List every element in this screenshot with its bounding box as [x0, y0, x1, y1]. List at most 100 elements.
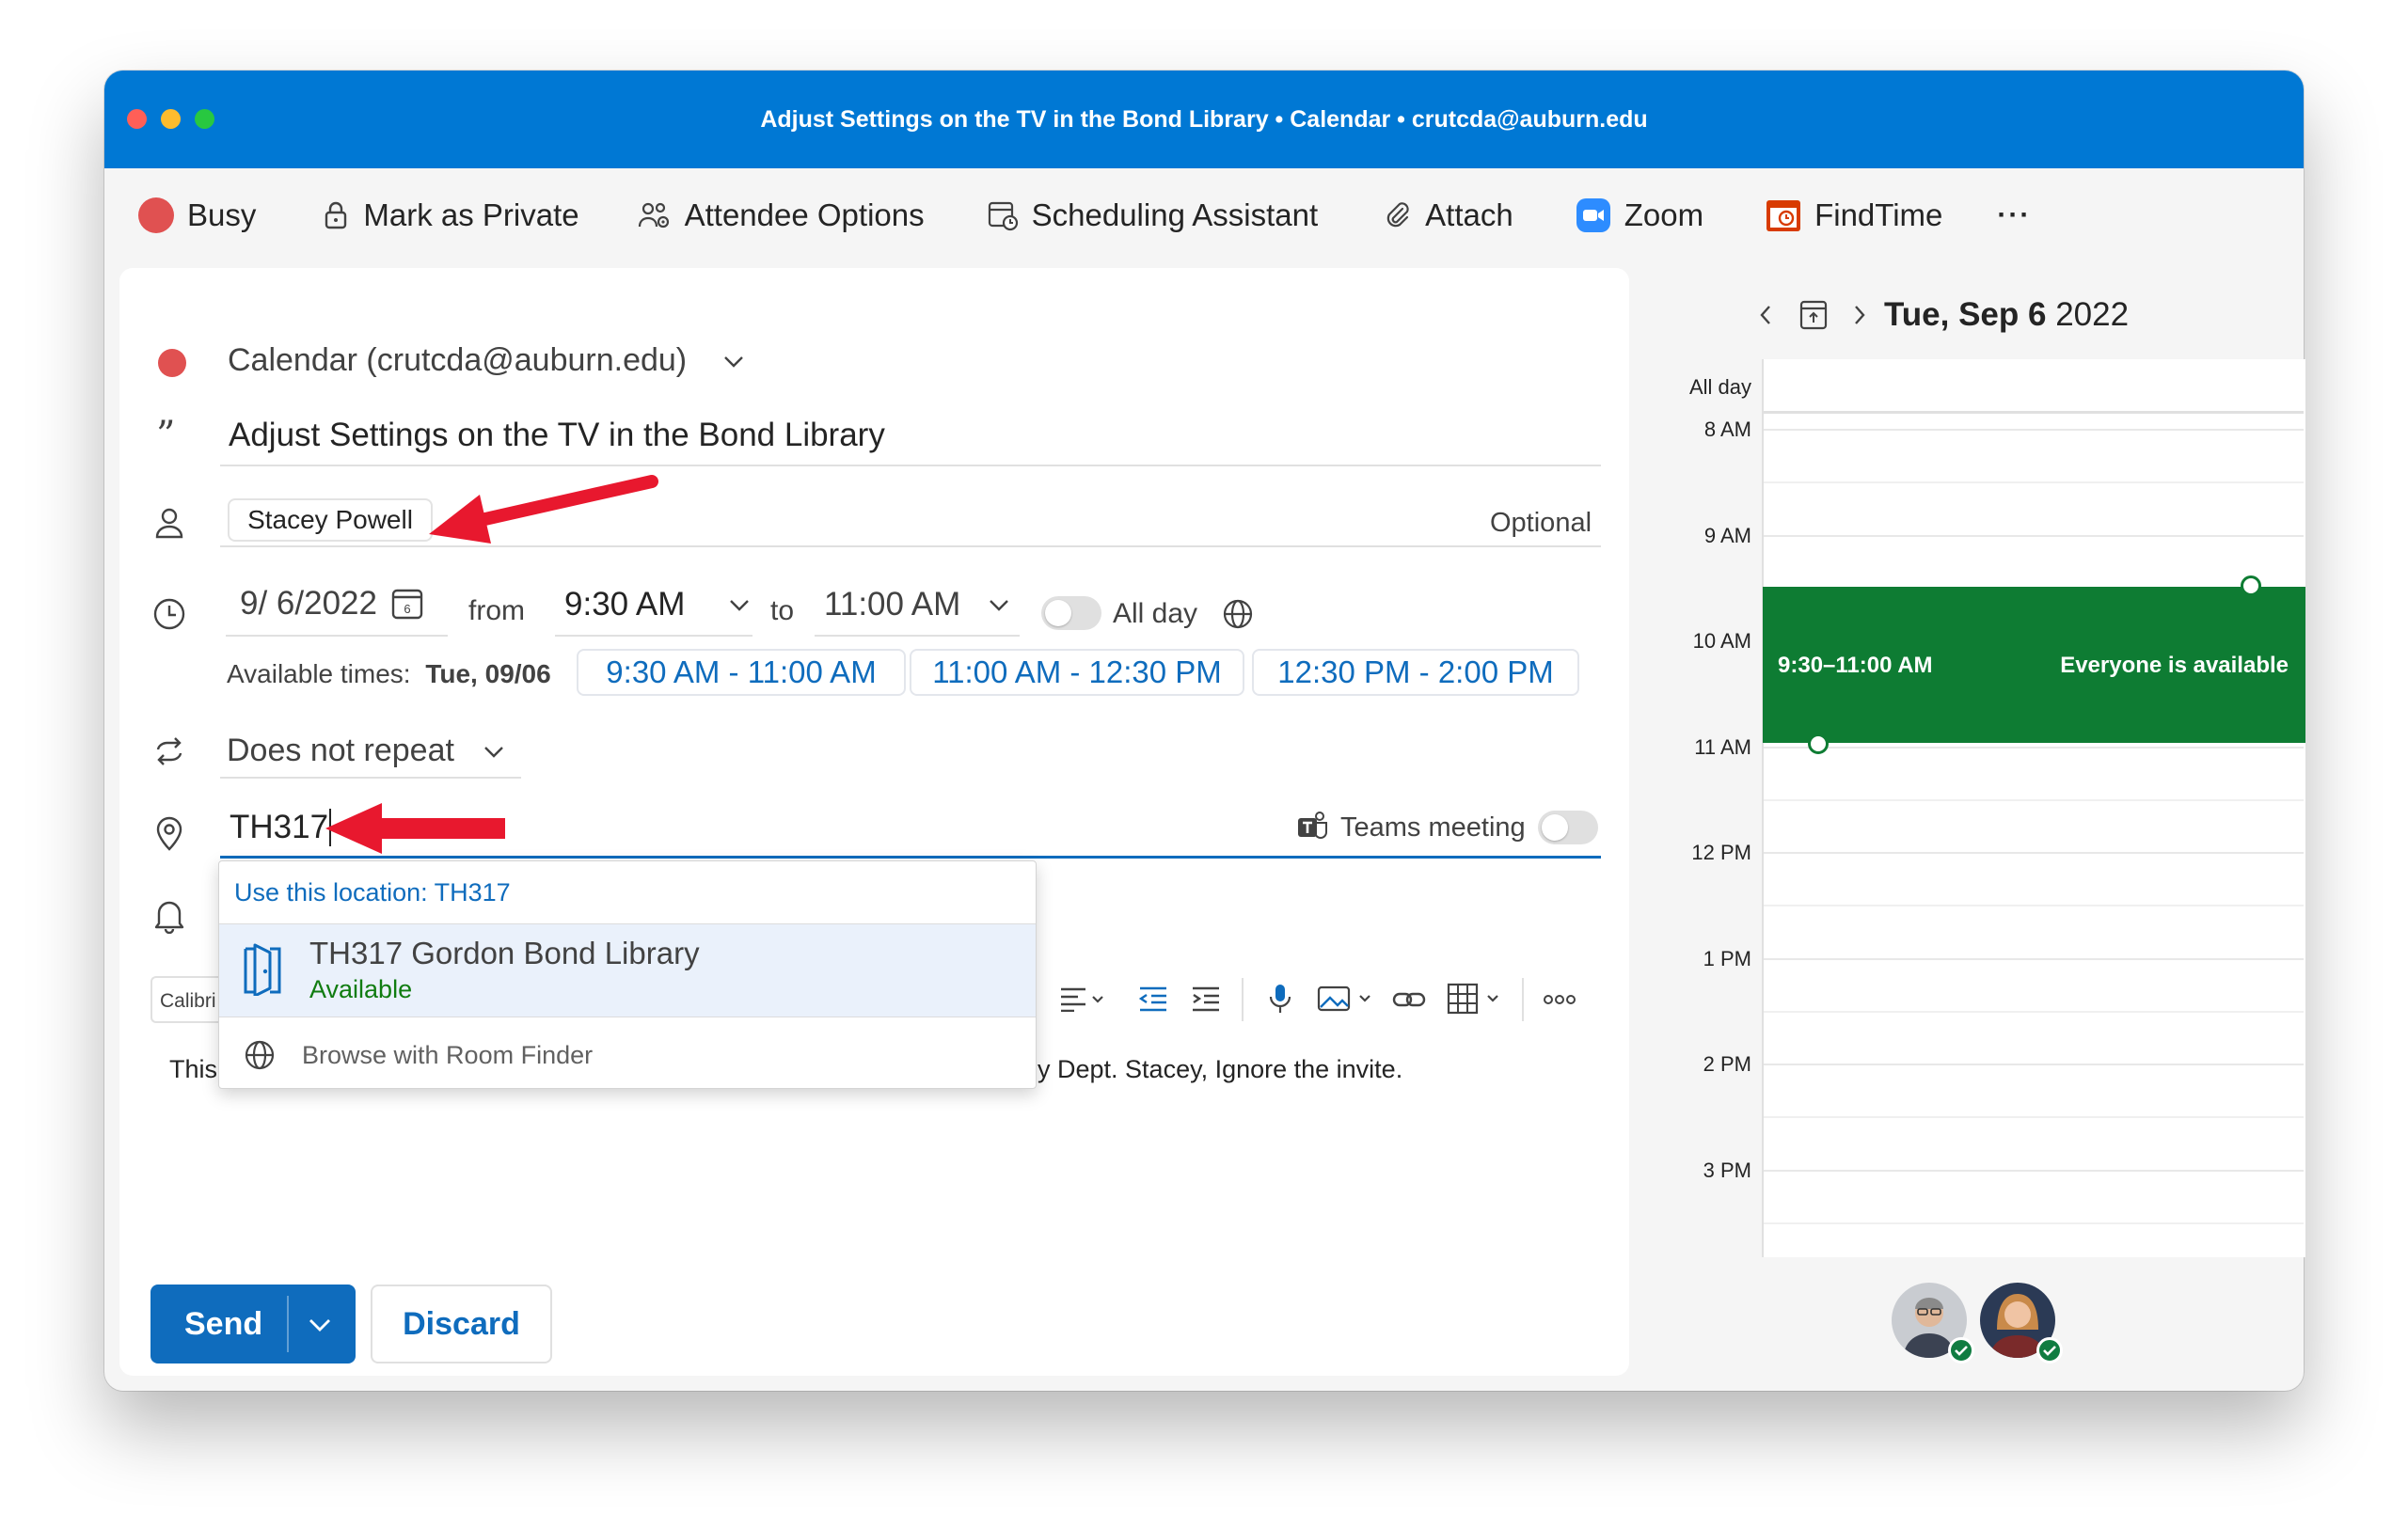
- hour-label: 2 PM: [1703, 1052, 1751, 1076]
- send-label: Send: [184, 1305, 263, 1342]
- time-slot-3[interactable]: 12:30 PM - 2:00 PM: [1252, 649, 1579, 696]
- calendar-selector[interactable]: Calendar (crutcda@auburn.edu): [228, 342, 745, 379]
- from-label: from: [468, 595, 525, 626]
- globe-icon[interactable]: [1222, 598, 1254, 630]
- hour-label: 10 AM: [1692, 629, 1751, 653]
- zoom-button[interactable]: Zoom: [1576, 197, 1703, 233]
- zoom-window-button[interactable]: [195, 109, 214, 129]
- hour-label: 1 PM: [1703, 946, 1751, 970]
- use-this-location-label: Use this location: TH317: [234, 878, 511, 906]
- optional-attendees-link[interactable]: Optional: [1490, 508, 1592, 539]
- image-icon[interactable]: [1317, 985, 1375, 1013]
- to-label: to: [770, 595, 795, 626]
- link-icon[interactable]: [1392, 987, 1426, 1012]
- room-option[interactable]: TH317 Gordon Bond Library Available: [219, 923, 1036, 1017]
- body-text-end[interactable]: y Dept. Stacey, Ignore the invite.: [1038, 1055, 1402, 1084]
- attendees-underline: [220, 545, 1601, 547]
- all-day-toggle[interactable]: [1041, 596, 1101, 630]
- location-input[interactable]: TH317: [230, 809, 332, 846]
- event-time: 9:30–11:00 AM: [1778, 653, 1933, 678]
- hour-label: 3 PM: [1703, 1158, 1751, 1182]
- teams-meeting-label: Teams meeting: [1340, 812, 1526, 843]
- time-slot-label: 9:30 AM - 11:00 AM: [606, 654, 877, 689]
- chevron-right-icon[interactable]: [1852, 304, 1867, 326]
- mark-private-button[interactable]: Mark as Private: [322, 197, 579, 233]
- available-check-icon: [1948, 1337, 1974, 1363]
- send-button[interactable]: Send: [150, 1285, 356, 1363]
- calendar-grid: [1762, 359, 2305, 1257]
- calendar-date-year: 2022: [2046, 296, 2130, 333]
- time-slot-2[interactable]: 11:00 AM - 12:30 PM: [910, 649, 1244, 696]
- available-date: Tue, 09/06: [425, 659, 551, 688]
- all-day-row-label: All day: [1688, 375, 1751, 399]
- event-resize-handle-bottom[interactable]: [1808, 733, 1829, 754]
- proposed-event-block[interactable]: 9:30–11:00 AM Everyone is available: [1763, 587, 2305, 743]
- window-title: Adjust Settings on the TV in the Bond Li…: [760, 105, 1648, 133]
- title-bar: Adjust Settings on the TV in the Bond Li…: [104, 71, 2304, 168]
- microphone-icon[interactable]: [1268, 983, 1292, 1015]
- available-times-label: Available times: Tue, 09/06: [227, 659, 551, 689]
- scheduling-assistant-button[interactable]: Scheduling Assistant: [987, 197, 1319, 233]
- scheduling-assistant-label: Scheduling Assistant: [1031, 197, 1319, 232]
- discard-button[interactable]: Discard: [371, 1285, 552, 1363]
- close-window-button[interactable]: [127, 109, 147, 129]
- teams-icon: [1298, 812, 1327, 839]
- more-options-button[interactable]: ···: [1997, 199, 2031, 231]
- hour-line: [1764, 1064, 2304, 1065]
- busy-label: Busy: [187, 197, 257, 232]
- subject-input[interactable]: Adjust Settings on the TV in the Bond Li…: [229, 417, 885, 454]
- attendee-chip[interactable]: Stacey Powell: [228, 498, 433, 542]
- time-slot-1[interactable]: 9:30 AM - 11:00 AM: [577, 649, 906, 696]
- attendee-options-label: Attendee Options: [684, 197, 925, 232]
- annotation-arrow: [325, 803, 505, 854]
- hour-line: [1764, 852, 2304, 854]
- hour-line: [1764, 534, 2304, 537]
- start-time-dropdown[interactable]: 9:30 AM: [564, 586, 751, 623]
- attendee-avatar-2[interactable]: [1980, 1283, 2063, 1363]
- location-pin-icon: [156, 816, 182, 851]
- font-selector[interactable]: Calibri: [150, 976, 226, 1023]
- hour-label: 9 AM: [1703, 523, 1751, 547]
- room-availability: Available: [309, 975, 413, 1003]
- attendee-avatar-1[interactable]: [1892, 1283, 1974, 1363]
- browse-room-finder-option[interactable]: Browse with Room Finder: [219, 1018, 1036, 1088]
- busy-status-icon: [138, 197, 174, 233]
- repeat-value: Does not repeat: [227, 733, 454, 768]
- findtime-icon: [1766, 200, 1801, 231]
- today-calendar-icon[interactable]: [1798, 299, 1829, 331]
- scheduling-assistant-icon: [988, 201, 1018, 231]
- event-resize-handle-top[interactable]: [2241, 575, 2261, 596]
- end-time-dropdown[interactable]: 11:00 AM: [824, 586, 1010, 623]
- increase-indent-icon[interactable]: [1191, 985, 1221, 1012]
- chevron-left-icon[interactable]: [1758, 304, 1773, 326]
- findtime-button[interactable]: FindTime: [1766, 197, 1942, 233]
- window-controls: [127, 109, 214, 129]
- discard-label: Discard: [403, 1305, 520, 1342]
- more-options-icon: ···: [1997, 199, 2032, 230]
- hour-line: [1764, 746, 2304, 749]
- table-icon[interactable]: [1447, 983, 1505, 1015]
- busy-button[interactable]: Busy: [138, 197, 256, 233]
- time-slot-label: 11:00 AM - 12:30 PM: [932, 654, 1222, 689]
- lock-icon: [325, 201, 347, 229]
- decrease-indent-icon[interactable]: [1138, 985, 1168, 1012]
- chevron-down-icon[interactable]: [307, 1316, 333, 1333]
- chevron-down-icon: [724, 355, 743, 368]
- date-value: 9/ 6/2022: [240, 585, 377, 622]
- toolbar-divider: [1522, 978, 1524, 1021]
- date-picker[interactable]: 9/ 6/2022 6: [240, 585, 424, 623]
- minimize-window-button[interactable]: [161, 109, 181, 129]
- teams-meeting-toggle[interactable]: [1538, 811, 1598, 844]
- attach-button[interactable]: Attach: [1384, 197, 1513, 233]
- body-text-start[interactable]: This: [169, 1055, 217, 1084]
- attendee-options-button[interactable]: Attendee Options: [638, 197, 925, 233]
- room-door-icon: [244, 943, 281, 996]
- use-this-location-option[interactable]: Use this location: TH317: [219, 861, 1036, 923]
- more-formatting-icon[interactable]: [1543, 992, 1576, 1007]
- svg-text:6: 6: [404, 602, 410, 616]
- bell-icon[interactable]: [153, 898, 185, 934]
- align-icon[interactable]: [1059, 985, 1106, 1012]
- repeat-dropdown[interactable]: Does not repeat: [227, 733, 505, 769]
- calendar-date-heading: Tue, Sep 6 2022: [1884, 296, 2129, 334]
- browse-room-finder-label: Browse with Room Finder: [302, 1041, 594, 1069]
